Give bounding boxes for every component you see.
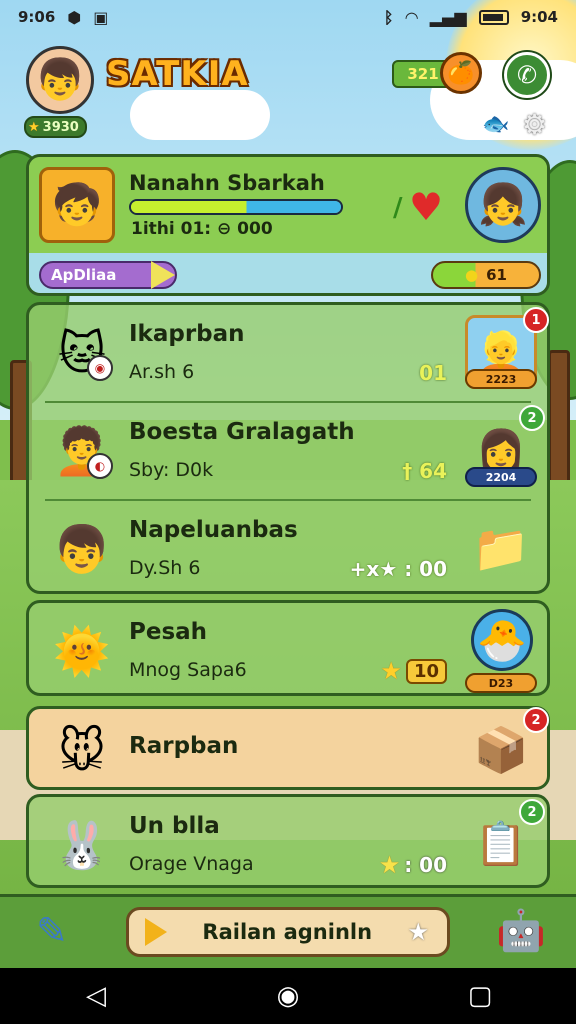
heart-icon[interactable]: ♥ — [409, 185, 443, 229]
item-reward: ★ 10 — [380, 657, 447, 685]
shield-icon: ⬢ — [67, 7, 82, 27]
star-icon: ★ — [28, 119, 40, 135]
bottom-action-bar: ✎ Railan agninln ★ 🤖 — [0, 894, 576, 968]
item-title: Pesah — [129, 619, 208, 645]
player-level-badge: ★ 3930 — [24, 116, 87, 138]
game-title: SATKIA — [106, 54, 249, 94]
play-arrow-icon — [151, 261, 175, 289]
mouse-face-icon: 🐭 — [58, 724, 106, 778]
item-value: +x★ : 00 — [349, 557, 447, 581]
list-item[interactable]: 🧑‍🦱 ◐ Boesta Gralagath Sby: D0k † 64 👩 2… — [29, 403, 547, 499]
item-subtitle: Dy.Sh 6 — [129, 557, 201, 579]
list-item-card[interactable]: 🐭 Rarpban 📦 2 — [26, 706, 550, 790]
tree-trunk — [548, 350, 570, 490]
notification-badge: 1 — [523, 307, 549, 333]
portrait-tag: 2223 — [465, 369, 537, 389]
camera-icon: ▣ — [93, 7, 109, 27]
creature-portrait[interactable]: 🐣 — [471, 609, 533, 671]
status-clock-right: 9:04 — [520, 8, 558, 26]
star-icon: ★ — [378, 851, 401, 879]
list-item[interactable]: 🐱 ◉ Ikaprban Ar.sh 6 01 👱 2223 1 — [29, 305, 549, 401]
item-value: 01 — [419, 361, 447, 385]
friends-list-group: 🐱 ◉ Ikaprban Ar.sh 6 01 👱 2223 1 🧑‍🦱 ◐ B… — [26, 302, 550, 594]
item-reward: ★ : 00 — [379, 851, 447, 879]
sun-mascot-icon: 🌞 — [53, 624, 111, 678]
pencil-icon[interactable]: ✎ — [36, 909, 82, 955]
gem-icon: ● — [465, 266, 479, 284]
play-icon — [145, 918, 167, 946]
sun-mascot-avatar: 🌞 — [47, 615, 117, 687]
wifi-icon: ◠ — [405, 7, 418, 27]
item-title: Boesta Gralagath — [129, 419, 355, 445]
mouse-girl-avatar: 🐭 — [47, 715, 117, 787]
settings-gear-icon[interactable]: ⚙ — [522, 108, 547, 141]
main-action-label: Railan agninln — [202, 920, 373, 944]
avatar-badge-icon: ◉ — [87, 355, 113, 381]
girl-face-icon: 👧 — [478, 182, 528, 228]
phone-button[interactable]: ✆ — [504, 52, 550, 98]
item-value: : 00 — [404, 853, 447, 877]
item-value: 10 — [405, 658, 447, 684]
boy-face-icon: 🧒 — [52, 182, 102, 228]
navigation-bar: ◁ ◉ ▢ — [0, 968, 576, 1024]
portrait-tag: 2204 — [465, 467, 537, 487]
bluetooth-icon: ᛒ — [383, 7, 394, 27]
item-subtitle: Orage Vnaga — [129, 853, 254, 875]
profile-card[interactable]: 🧒 Nanahn Sbarkah 1ithi 01: ⊖ 000 / ♥ 👧 A… — [26, 154, 550, 296]
notification-badge: 2 — [523, 707, 549, 733]
recents-icon[interactable]: ▢ — [450, 981, 510, 1011]
battery-icon — [478, 9, 509, 25]
profile-stats: 1ithi 01: ⊖ 000 — [131, 219, 273, 239]
folder-icon[interactable]: 📁 — [465, 511, 537, 585]
boy-face-icon: 👦 — [53, 522, 111, 576]
star-icon: ★ — [407, 918, 429, 946]
player-level-value: 3930 — [42, 119, 79, 135]
item-title: Rarpban — [129, 733, 239, 759]
list-item[interactable]: 👦 Napeluanbas Dy.Sh 6 +x★ : 00 📁 — [29, 501, 547, 597]
star-icon: ★ — [380, 657, 402, 685]
robot-icon[interactable]: 🤖 — [496, 907, 546, 954]
gem-value: 61 — [486, 266, 507, 284]
item-subtitle: Ar.sh 6 — [129, 361, 195, 383]
boy-face-icon: 👦 — [35, 57, 85, 103]
notification-badge: 2 — [519, 405, 545, 431]
item-subtitle: Mnog Sapa6 — [129, 659, 247, 681]
player-avatar[interactable]: 👦 — [26, 46, 94, 114]
signal-icon: ▂▄▆ — [429, 7, 467, 27]
status-time: 9:06 — [18, 8, 56, 26]
orange-fruit-icon[interactable]: 🍊 — [440, 52, 482, 94]
item-subtitle: Sby: D0k — [129, 459, 214, 481]
item-value: † 64 — [402, 459, 447, 483]
profile-portrait[interactable]: 🧒 — [39, 167, 115, 243]
home-icon[interactable]: ◉ — [258, 981, 318, 1011]
item-title: Napeluanbas — [129, 517, 298, 543]
profile-name: Nanahn Sbarkah — [129, 171, 325, 195]
boy-avatar: 👦 — [47, 513, 117, 585]
xp-progress-bar — [129, 199, 343, 215]
friend-portrait[interactable]: 👧 — [465, 167, 541, 243]
fish-icon[interactable]: 🐟 — [482, 112, 509, 137]
xp-progress-fill — [131, 201, 341, 213]
main-action-button[interactable]: Railan agninln ★ — [126, 907, 450, 957]
list-item-card[interactable]: 🐰 Un blla Orage Vnaga ★ : 00 📋 2 — [26, 794, 550, 888]
notification-badge: 2 — [519, 799, 545, 825]
gem-counter[interactable]: ● 61 — [431, 261, 541, 289]
portrait-tag: D23 — [465, 673, 537, 693]
header: 👦 ★ 3930 SATKIA 321 🍊 ✆ 🐟 ⚙ — [0, 40, 576, 150]
item-title: Un blla — [129, 813, 220, 839]
item-title: Ikaprban — [129, 321, 245, 347]
avatar-badge-icon: ◐ — [87, 453, 113, 479]
slash-mark: / — [393, 193, 403, 223]
status-bar: 9:06 ⬢ ▣ ᛒ ◠ ▂▄▆ 9:04 — [0, 0, 576, 34]
back-icon[interactable]: ◁ — [66, 981, 126, 1011]
bunny-avatar: 🐰 — [47, 809, 117, 881]
list-item-card[interactable]: 🌞 Pesah Mnog Sapa6 ★ 10 🐣 D23 — [26, 600, 550, 696]
bunny-face-icon: 🐰 — [53, 818, 111, 872]
